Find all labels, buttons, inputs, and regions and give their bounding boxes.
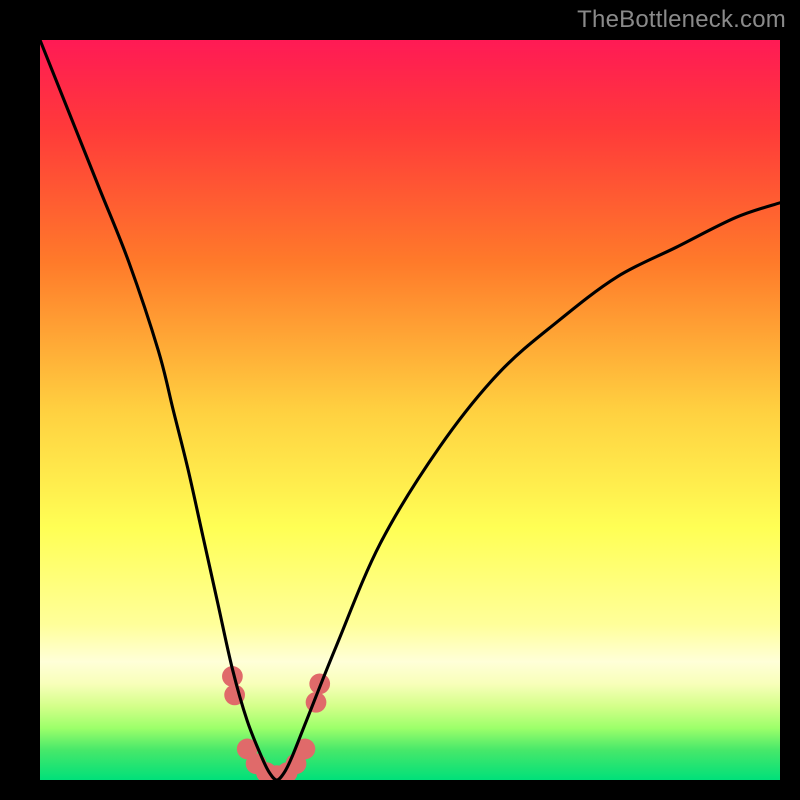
chart-frame: TheBottleneck.com (0, 0, 800, 800)
watermark-text: TheBottleneck.com (577, 6, 786, 34)
curve-layer (40, 40, 780, 780)
highlight-markers (222, 666, 330, 780)
plot-area (40, 40, 780, 780)
bottleneck-curve (40, 40, 780, 780)
